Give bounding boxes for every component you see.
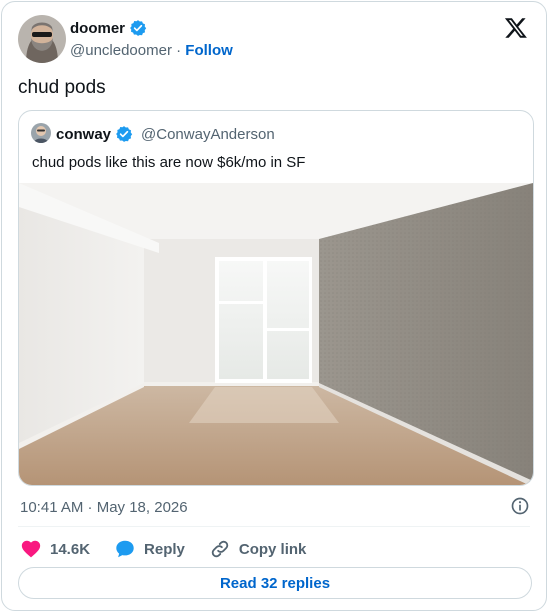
quoted-tweet[interactable]: conway @ConwayAnderson chud pods like th…	[18, 110, 534, 486]
like-button[interactable]: 14.6K	[20, 538, 90, 560]
author-handle[interactable]: @uncledoomer	[70, 42, 172, 59]
heart-icon	[21, 540, 41, 558]
reply-label: Reply	[144, 540, 185, 558]
tweet-card: doomer @uncledoomer · Follow chud pods c…	[1, 1, 547, 611]
author-name[interactable]: doomer	[70, 19, 147, 37]
quote-author[interactable]: conway @ConwayAnderson	[56, 125, 275, 143]
author-handle-row: @uncledoomer · Follow	[70, 42, 233, 59]
quote-author-name[interactable]: conway	[56, 126, 111, 143]
verified-badge-icon	[130, 20, 147, 36]
quote-author-avatar[interactable]	[31, 123, 51, 143]
handle-separator: ·	[176, 42, 182, 59]
verified-badge-icon	[116, 126, 133, 142]
author-avatar[interactable]	[18, 15, 66, 63]
quote-text: chud pods like this are now $6k/mo in SF	[32, 154, 306, 171]
x-logo-icon[interactable]	[504, 16, 528, 40]
action-bar: 14.6K Reply Copy link	[20, 538, 330, 560]
quote-author-handle[interactable]: @ConwayAnderson	[141, 126, 275, 143]
room-photo[interactable]	[19, 183, 533, 485]
tweet-text: chud pods	[18, 77, 106, 98]
tweet-timestamp[interactable]: 10:41 AM · May 18, 2026	[20, 499, 188, 516]
divider	[18, 526, 530, 527]
reply-bubble-icon	[116, 540, 134, 558]
read-replies-button[interactable]: Read 32 replies	[18, 567, 532, 599]
copy-link-button[interactable]: Copy link	[209, 538, 307, 560]
author-name-text[interactable]: doomer	[70, 20, 125, 37]
follow-button[interactable]: Follow	[185, 42, 233, 59]
like-count: 14.6K	[50, 540, 91, 558]
link-icon	[211, 540, 229, 558]
copy-link-label: Copy link	[238, 540, 307, 558]
info-icon[interactable]	[510, 496, 530, 516]
reply-button[interactable]: Reply	[114, 538, 185, 560]
